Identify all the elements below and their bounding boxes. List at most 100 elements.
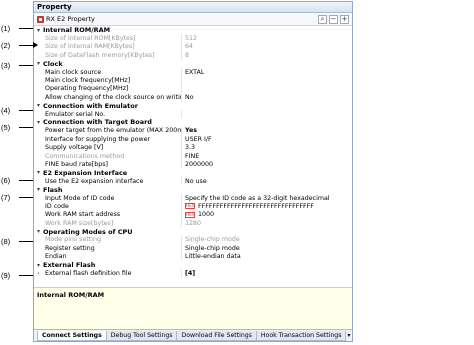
category-operating-modes[interactable]: ▾ Operating Modes of CPU bbox=[34, 227, 352, 236]
property-name: Size of internal RAM[KBytes] bbox=[43, 42, 182, 52]
category-clock[interactable]: ▾ Clock bbox=[34, 59, 352, 68]
property-name: Main clock frequency[MHz] bbox=[43, 76, 182, 85]
category-internal-rom-ram[interactable]: ▾ Internal ROM/RAM bbox=[34, 26, 352, 35]
chevron-down-icon[interactable]: ▾ bbox=[34, 228, 43, 235]
category-label: External Flash bbox=[43, 261, 96, 270]
callout-label: (6) bbox=[1, 175, 11, 185]
property-name: Allow changing of the clock source on wr… bbox=[43, 93, 182, 102]
device-icon bbox=[37, 15, 44, 23]
property-value-cell[interactable]: HEX FFFFFFFFFFFFFFFFFFFFFFFFFFFFFFFF bbox=[182, 202, 352, 210]
property-row[interactable]: Mode pins setting Single-chip mode bbox=[34, 235, 352, 245]
property-row[interactable]: Register setting Single-chip mode bbox=[34, 244, 352, 253]
property-row[interactable]: Work RAM start address HEX 1000 bbox=[34, 210, 352, 219]
chevron-down-icon[interactable]: ▾ bbox=[34, 262, 43, 269]
category-label: Operating Modes of CPU bbox=[43, 227, 133, 236]
property-name: Input Mode of ID code bbox=[43, 193, 182, 203]
property-row[interactable]: › External flash definition file [4] bbox=[34, 269, 352, 278]
target-selector[interactable]: RX E2 Property bbox=[46, 15, 106, 23]
property-value[interactable]: No use bbox=[182, 177, 352, 185]
property-row[interactable]: Communications method FINE bbox=[34, 151, 352, 161]
property-row[interactable]: Interface for supplying the power USER I/… bbox=[34, 135, 352, 144]
property-value: FINE bbox=[185, 152, 200, 160]
chevron-right-icon[interactable]: › bbox=[34, 270, 43, 277]
category-label: E2 Expansion Interface bbox=[43, 168, 128, 177]
panel-toolbar: RX E2 Property ⌕ − + bbox=[34, 13, 352, 26]
property-row[interactable]: Allow changing of the clock source on wr… bbox=[34, 93, 352, 102]
property-row[interactable]: Main clock frequency[MHz] bbox=[34, 76, 352, 85]
property-value: 512 bbox=[185, 35, 198, 43]
category-connection-emulator[interactable]: ▾ Connection with Emulator bbox=[34, 101, 352, 110]
chevron-down-icon[interactable]: ▾ bbox=[34, 169, 43, 176]
property-row[interactable]: FINE baud rate[bps] 2000000 bbox=[34, 160, 352, 169]
property-row[interactable]: Emulator serial No. bbox=[34, 109, 352, 119]
property-row[interactable]: Work RAM size[bytes] 1280 bbox=[34, 218, 352, 228]
property-value[interactable]: Specify the ID code as a 32-digit hexade… bbox=[182, 194, 352, 202]
property-value[interactable]: 3.3 bbox=[182, 143, 352, 151]
property-name: Main clock source bbox=[43, 67, 182, 77]
property-value[interactable]: FFFFFFFFFFFFFFFFFFFFFFFFFFFFFFFF bbox=[198, 203, 314, 210]
callout-label: (9) bbox=[1, 270, 11, 280]
property-row[interactable]: Power target from the emulator (MAX 200m… bbox=[34, 126, 352, 136]
property-value[interactable]: Little-endian data bbox=[182, 253, 352, 261]
property-value: 1280 bbox=[185, 219, 202, 227]
chevron-down-icon[interactable]: ▾ bbox=[34, 119, 43, 126]
category-flash[interactable]: ▾ Flash bbox=[34, 185, 352, 194]
property-row[interactable]: ID code HEX FFFFFFFFFFFFFFFFFFFFFFFFFFFFFF… bbox=[34, 202, 352, 211]
property-row[interactable]: Endian Little-endian data bbox=[34, 252, 352, 261]
hex-badge: HEX bbox=[185, 203, 195, 210]
tab-bar: Connect Settings Debug Tool Settings Dow… bbox=[34, 329, 352, 341]
property-value[interactable]: Yes bbox=[182, 127, 352, 135]
property-value[interactable]: No bbox=[182, 93, 352, 101]
property-row[interactable]: Supply voltage [V] 3.3 bbox=[34, 143, 352, 152]
chevron-down-icon[interactable]: ▾ bbox=[34, 60, 43, 67]
expand-all-button[interactable]: + bbox=[340, 14, 349, 24]
category-label: Connection with Target Board bbox=[43, 118, 152, 127]
chevron-down-icon[interactable]: ▾ bbox=[34, 27, 43, 34]
callout-label: (2) bbox=[1, 40, 11, 50]
property-row[interactable]: Operating frequency[MHz] bbox=[34, 84, 352, 94]
property-row[interactable]: Size of internal RAM[KBytes] 64 bbox=[34, 42, 352, 52]
category-e2-expansion[interactable]: ▾ E2 Expansion Interface bbox=[34, 168, 352, 178]
property-row[interactable]: Input Mode of ID code Specify the ID code… bbox=[34, 193, 352, 203]
chevron-down-icon[interactable]: ▾ bbox=[34, 102, 43, 109]
chevron-down-icon[interactable]: ▾ bbox=[34, 186, 43, 193]
tab-download-file-settings[interactable]: Download File Settings bbox=[176, 331, 257, 341]
property-row[interactable]: Main clock source EXTAL bbox=[34, 67, 352, 77]
property-value[interactable]: Single-chip mode bbox=[182, 244, 352, 252]
callout-arrow bbox=[19, 41, 38, 48]
property-row[interactable]: Size of internal ROM[KBytes] 512 bbox=[34, 34, 352, 43]
property-name: FINE baud rate[bps] bbox=[43, 160, 182, 169]
property-row[interactable]: Use the E2 expansion interface No use bbox=[34, 177, 352, 186]
category-label: Internal ROM/RAM bbox=[43, 26, 111, 35]
collapse-all-button[interactable]: − bbox=[329, 14, 338, 24]
property-value: 8 bbox=[185, 51, 190, 59]
property-value[interactable]: 1000 bbox=[198, 211, 214, 218]
property-name: Power target from the emulator (MAX 200m… bbox=[45, 126, 182, 136]
property-value[interactable] bbox=[182, 76, 352, 84]
category-external-flash[interactable]: ▾ External Flash bbox=[34, 260, 352, 270]
callout-label: (1) bbox=[1, 23, 11, 33]
property-name: Endian bbox=[43, 252, 182, 261]
tab-overflow-icon[interactable]: ▾ bbox=[345, 331, 350, 341]
property-value[interactable]: [4] bbox=[182, 269, 352, 277]
property-value[interactable]: USER I/F bbox=[182, 135, 352, 143]
callout-label: (4) bbox=[1, 105, 11, 115]
property-value[interactable]: 2000000 bbox=[182, 160, 352, 168]
callout-label: (3) bbox=[1, 60, 11, 70]
property-name: Emulator serial No. bbox=[43, 109, 182, 119]
callout-2: (2) bbox=[0, 40, 38, 50]
property-value[interactable] bbox=[182, 85, 352, 93]
property-name: Interface for supplying the power bbox=[43, 135, 182, 144]
property-value[interactable]: EXTAL bbox=[182, 68, 352, 76]
property-row[interactable]: Size of DataFlash memory[KBytes] 8 bbox=[34, 51, 352, 60]
property-value: Single-chip mode bbox=[185, 236, 240, 244]
tab-debug-tool-settings[interactable]: Debug Tool Settings bbox=[105, 331, 178, 341]
category-connection-target[interactable]: ▾ Connection with Target Board bbox=[34, 118, 352, 127]
callout-label: (5) bbox=[1, 122, 11, 132]
property-value[interactable] bbox=[182, 110, 352, 118]
property-value-cell[interactable]: HEX 1000 bbox=[182, 211, 352, 219]
search-icon[interactable]: ⌕ bbox=[318, 14, 327, 24]
property-name: Register setting bbox=[43, 244, 182, 253]
tab-connect-settings[interactable]: Connect Settings bbox=[37, 331, 107, 341]
tab-hook-transaction-settings[interactable]: Hook Transaction Settings bbox=[255, 331, 347, 341]
